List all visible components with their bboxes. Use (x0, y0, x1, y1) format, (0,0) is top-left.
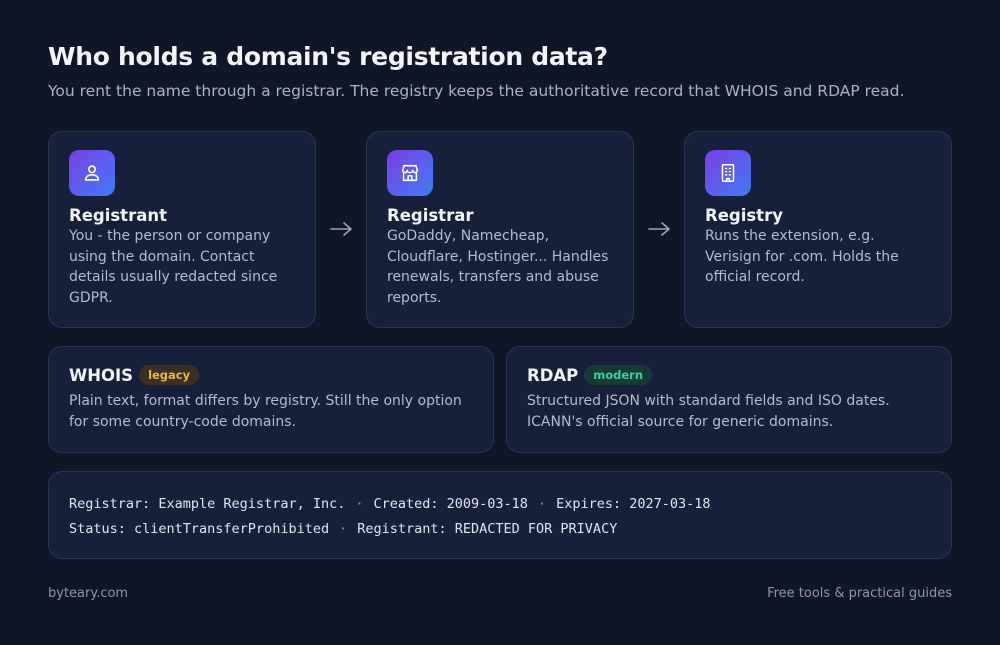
registry-title: Registry (705, 206, 783, 225)
legacy-badge: legacy (139, 365, 200, 385)
rdap-description: Structured JSON with standard fields and… (527, 393, 890, 430)
record-expires: Expires: 2027-03-18 (556, 496, 711, 512)
record-separator: · (339, 521, 348, 537)
sample-record: Registrar: Example Registrar, Inc. · Creat… (48, 471, 952, 559)
record-line-2: Status: clientTransferProhibited · Registr… (69, 517, 931, 542)
whois-title: WHOIS (69, 365, 134, 385)
record-status: Status: clientTransferProhibited (69, 521, 330, 537)
building-icon (705, 150, 751, 196)
record-registrar: Registrar: Example Registrar, Inc. (69, 496, 346, 512)
whois-description: Plain text, format differs by registry. … (69, 393, 462, 430)
record-separator: · (355, 496, 364, 512)
page-subtitle: You rent the name through a registrar. T… (48, 82, 905, 100)
page-title: Who holds a domain's registration data? (48, 42, 608, 71)
registry-card: Registry Runs the extension, e.g. Verisi… (684, 131, 952, 328)
record-separator: · (537, 496, 547, 512)
whois-card: WHOIS legacy Plain text, format differs … (48, 346, 494, 453)
registrant-title: Registrant (69, 206, 167, 225)
registrant-description: You - the person or company using the do… (69, 228, 278, 306)
diagram-page: Who holds a domain's registration data? … (0, 0, 1000, 645)
registrar-title: Registrar (387, 206, 474, 225)
storefront-icon (387, 150, 433, 196)
footer-site: byteary.com (48, 586, 129, 601)
record-created: Created: 2009-03-18 (373, 496, 528, 512)
arrow-right-icon (648, 222, 670, 236)
rdap-title: RDAP (527, 365, 579, 385)
modern-badge: modern (584, 365, 653, 385)
registry-description: Runs the extension, e.g. Verisign for .c… (705, 228, 899, 285)
registrar-description: GoDaddy, Namecheap, Cloudflare, Hostinge… (387, 228, 609, 306)
registrar-card: Registrar GoDaddy, Namecheap, Cloudflare… (366, 131, 634, 328)
record-registrant: Registrant: REDACTED FOR PRIVACY (357, 521, 618, 537)
footer-tagline: Free tools & practical guides (767, 586, 952, 601)
registrant-card: Registrant You - the person or company u… (48, 131, 316, 328)
record-line-1: Registrar: Example Registrar, Inc. · Creat… (69, 492, 931, 517)
rdap-card: RDAP modern Structured JSON with standar… (506, 346, 952, 453)
arrow-right-icon (330, 222, 352, 236)
person-icon (69, 150, 115, 196)
